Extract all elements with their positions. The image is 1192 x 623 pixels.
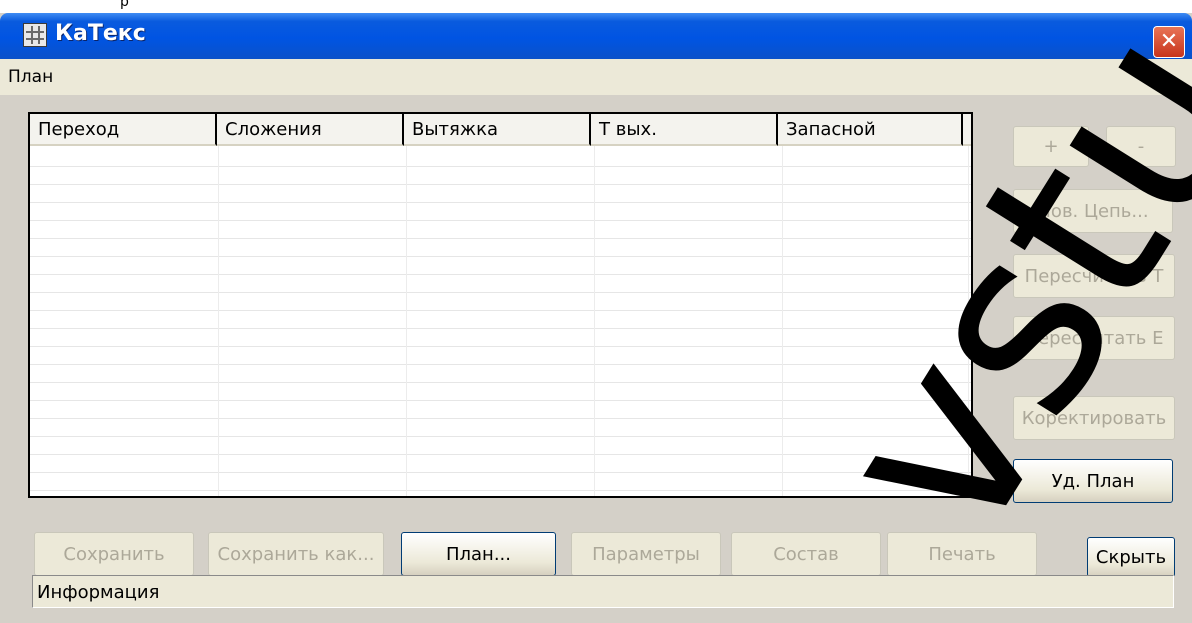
row-divider [30,400,971,401]
delete-plan-button[interactable]: Уд. План [1013,459,1173,503]
save-as-button[interactable]: Сохранить как... [208,532,384,576]
column-header-transition[interactable]: Переход [30,114,217,146]
table-header: Переход Сложения Вытяжка Т вых. Запасной [30,114,971,146]
row-divider [30,202,971,203]
information-status-bar: Информация [32,575,1174,608]
row-divider [30,436,971,437]
correct-button[interactable]: Коректировать [1013,396,1175,440]
row-divider [30,418,971,419]
row-divider [30,454,971,455]
table-body[interactable] [30,146,971,496]
print-button[interactable]: Печать [887,532,1037,576]
plan-table[interactable]: Переход Сложения Вытяжка Т вых. Запасной [28,112,973,498]
column-divider [406,146,407,496]
calculator-grid-icon [23,23,47,47]
column-divider [594,146,595,496]
parameters-button[interactable]: Параметры [571,532,721,576]
hide-button[interactable]: Скрыть [1087,537,1175,577]
row-divider [30,292,971,293]
row-divider [30,166,971,167]
column-divider [218,146,219,496]
column-divider [968,146,969,496]
row-divider [30,310,971,311]
column-header-filler [963,114,971,146]
column-header-draft[interactable]: Вытяжка [404,114,591,146]
row-divider [30,472,971,473]
menu-bar: План [0,59,1192,95]
new-chain-button[interactable]: Нов. Цепь... [1013,189,1173,233]
close-button[interactable]: ✕ [1153,26,1185,58]
menu-item-plan[interactable]: План [8,67,53,87]
window-title: КаТекс [55,21,146,46]
row-divider [30,220,971,221]
column-header-reserve[interactable]: Запасной [778,114,964,146]
row-divider [30,364,971,365]
composition-button[interactable]: Состав [731,532,881,576]
plan-button[interactable]: План... [401,532,556,576]
top-strip: p [0,0,1192,13]
row-divider [30,328,971,329]
row-divider [30,490,971,491]
save-button[interactable]: Сохранить [34,532,194,576]
recalc-t-button[interactable]: Пересчитать Т [1013,254,1175,298]
row-divider [30,256,971,257]
row-divider [30,238,971,239]
recalc-e-button[interactable]: Пересчитать Е [1013,316,1175,360]
column-divider [782,146,783,496]
row-divider [30,274,971,275]
plus-button[interactable]: + [1013,126,1089,167]
clipped-text-fragment: p [120,0,129,10]
minus-button[interactable]: - [1106,126,1176,167]
column-header-t-out[interactable]: Т вых. [591,114,778,146]
row-divider [30,346,971,347]
title-bar[interactable]: КаТекс ✕ [0,13,1192,59]
row-divider [30,184,971,185]
column-header-doublings[interactable]: Сложения [217,114,404,146]
row-divider [30,382,971,383]
